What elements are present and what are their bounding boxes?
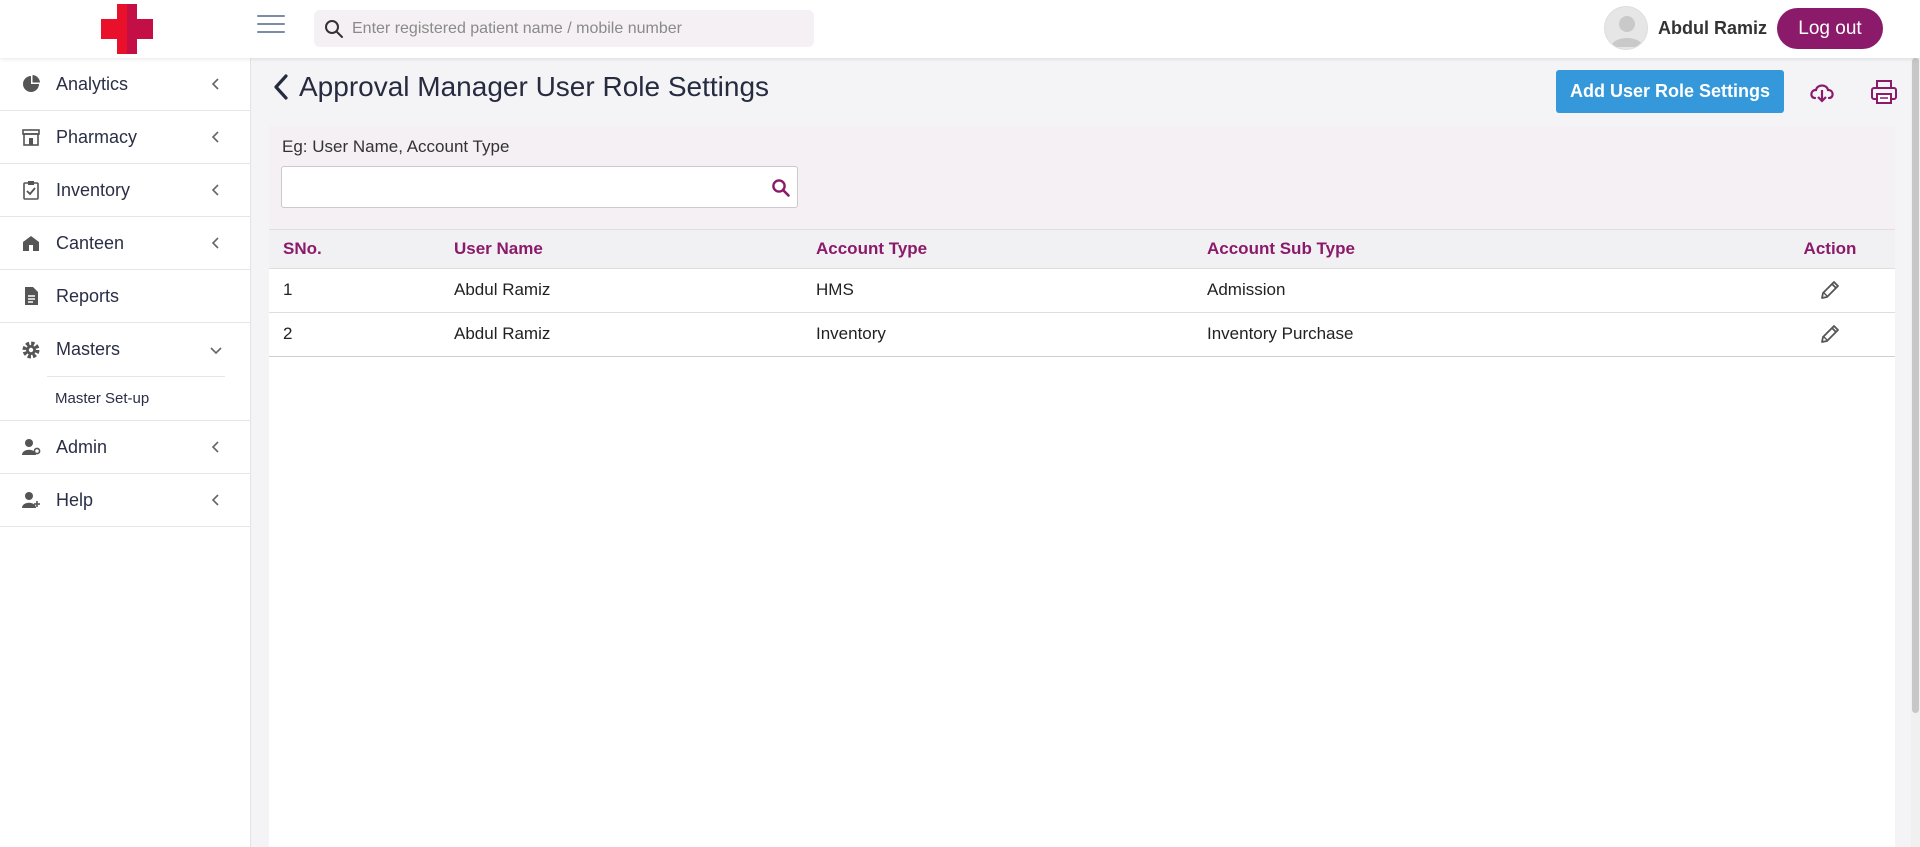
logout-button[interactable]: Log out <box>1777 8 1883 49</box>
user-plus-icon <box>22 492 40 508</box>
cell-account-sub-type: Admission <box>1207 268 1765 313</box>
filter-label: Eg: User Name, Account Type <box>282 137 510 156</box>
building-icon <box>23 236 39 251</box>
sidebar-item-help[interactable]: Help <box>0 474 250 527</box>
column-header-sno[interactable]: SNo. <box>269 230 454 269</box>
user-role-table: SNo. User Name Account Type Account Sub … <box>269 230 1895 357</box>
search-icon <box>325 19 343 38</box>
chevron-left-icon <box>211 237 219 249</box>
cell-sno: 1 <box>269 268 454 313</box>
table-row: 1 Abdul Ramiz HMS Admission <box>269 268 1895 313</box>
page-header: Approval Manager User Role Settings Add … <box>252 58 1920 126</box>
pie-chart-icon <box>23 75 40 92</box>
chevron-left-icon <box>211 441 219 453</box>
search-icon[interactable] <box>771 178 791 198</box>
sidebar-item-label: Admin <box>56 436 108 457</box>
sidebar-item-label: Help <box>56 489 94 510</box>
edit-pencil-icon[interactable] <box>1818 278 1842 302</box>
back-arrow-icon[interactable] <box>270 72 292 102</box>
filter-bar: Eg: User Name, Account Type <box>269 126 1895 230</box>
chevron-left-icon <box>211 78 219 90</box>
gear-icon <box>22 341 40 358</box>
column-header-account-sub-type[interactable]: Account Sub Type <box>1207 230 1765 269</box>
menu-toggle-icon[interactable] <box>257 15 285 39</box>
page-title: Approval Manager User Role Settings <box>299 71 770 102</box>
cell-account-sub-type: Inventory Purchase <box>1207 312 1765 357</box>
user-avatar[interactable] <box>1604 6 1648 50</box>
user-name: Abdul Ramiz <box>1658 18 1768 38</box>
cell-sno: 2 <box>269 312 454 357</box>
table-row: 2 Abdul Ramiz Inventory Inventory Purcha… <box>269 312 1895 357</box>
cell-user-name: Abdul Ramiz <box>454 268 816 313</box>
printer-icon[interactable] <box>1869 78 1899 106</box>
cell-account-type: Inventory <box>816 312 1207 357</box>
user-cog-icon <box>22 439 41 455</box>
chevron-left-icon <box>211 131 219 143</box>
main-content: Approval Manager User Role Settings Add … <box>252 58 1920 847</box>
sidebar-item-label: Reports <box>56 285 120 306</box>
hospital-logo[interactable] <box>101 4 153 54</box>
document-icon <box>25 287 38 305</box>
sidebar-item-admin[interactable]: Admin <box>0 421 250 474</box>
sidebar-item-canteen[interactable]: Canteen <box>0 217 250 270</box>
sidebar-item-label: Analytics <box>56 73 129 94</box>
cell-user-name: Abdul Ramiz <box>454 312 816 357</box>
sidebar-item-analytics[interactable]: Analytics <box>0 58 250 111</box>
sidebar-item-pharmacy[interactable]: Pharmacy <box>0 111 250 164</box>
sidebar-item-inventory[interactable]: Inventory <box>0 164 250 217</box>
store-icon <box>22 129 40 146</box>
sidebar-item-label: Canteen <box>56 232 125 253</box>
sidebar-item-reports[interactable]: Reports <box>0 270 250 323</box>
scrollbar-thumb[interactable] <box>1912 58 1919 713</box>
cell-account-type: HMS <box>816 268 1207 313</box>
chevron-left-icon <box>211 494 219 506</box>
top-bar: Abdul Ramiz Log out <box>0 0 1920 58</box>
cell-action <box>1765 268 1895 313</box>
table-header-row: SNo. User Name Account Type Account Sub … <box>269 230 1895 269</box>
patient-search-input[interactable] <box>352 19 792 38</box>
chevron-left-icon <box>211 184 219 196</box>
clipboard-check-icon <box>23 181 39 200</box>
filter-input[interactable] <box>282 167 762 207</box>
masters-submenu: Master Set-up <box>0 376 250 421</box>
cell-action <box>1765 312 1895 357</box>
sidebar: Analytics Pharmacy Inventory Canteen Rep… <box>0 58 251 847</box>
add-user-role-settings-button[interactable]: Add User Role Settings <box>1556 70 1784 113</box>
sidebar-subitem-master-setup[interactable]: Master Set-up <box>55 390 149 407</box>
column-header-account-type[interactable]: Account Type <box>816 230 1207 269</box>
chevron-down-icon <box>210 346 222 354</box>
content-panel: Eg: User Name, Account Type SNo. User Na… <box>269 126 1895 847</box>
patient-search <box>314 10 814 47</box>
filter-field <box>281 166 798 208</box>
sidebar-item-masters[interactable]: Masters <box>0 323 250 376</box>
column-header-action: Action <box>1765 230 1895 269</box>
sidebar-item-label: Inventory <box>56 179 131 200</box>
sidebar-item-label: Masters <box>56 339 121 359</box>
edit-pencil-icon[interactable] <box>1818 322 1842 346</box>
cloud-download-icon[interactable] <box>1808 78 1836 106</box>
sidebar-item-label: Pharmacy <box>56 126 138 147</box>
page-scrollbar[interactable] <box>1911 58 1920 847</box>
column-header-user-name[interactable]: User Name <box>454 230 816 269</box>
